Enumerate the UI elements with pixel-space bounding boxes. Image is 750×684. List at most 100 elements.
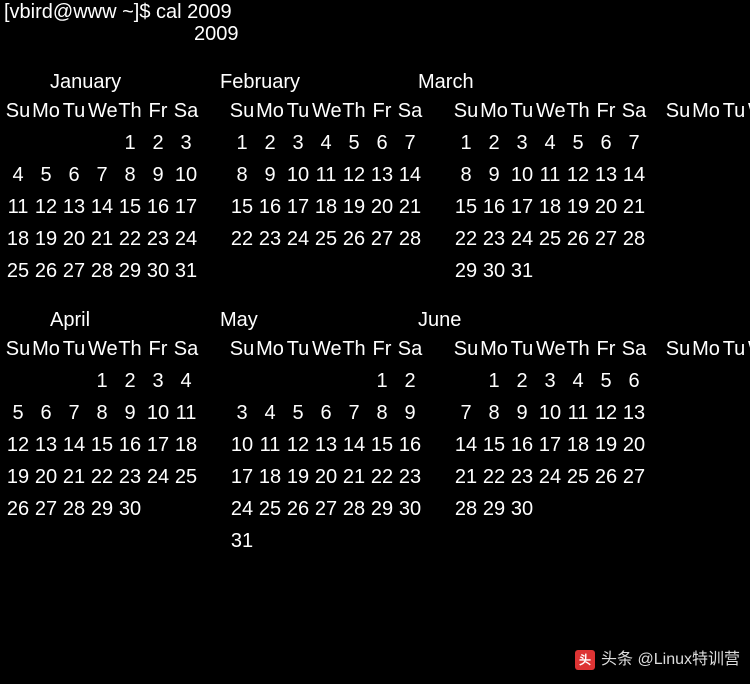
cal-cell: 13 <box>312 432 340 458</box>
cal-cell: 19 <box>564 194 592 220</box>
cal-cell: 22 <box>480 464 508 490</box>
cal-cell: Mo <box>256 98 284 124</box>
cal-cell: 20 <box>60 226 88 252</box>
cal-cell <box>620 258 648 284</box>
cal-cell: 7 <box>452 400 480 426</box>
cal-cell: 15 <box>116 194 144 220</box>
cal-cell: 27 <box>368 226 396 252</box>
cal-cell: 26 <box>32 258 60 284</box>
cal-cell: 20 <box>312 464 340 490</box>
cal-cell <box>60 130 88 156</box>
cal-cell: 1 <box>116 130 144 156</box>
cal-cell: 30 <box>144 258 172 284</box>
cal-cell: 31 <box>172 258 200 284</box>
cal-cell: Sa <box>172 98 200 124</box>
cal-cell: 14 <box>88 194 116 220</box>
cal-cell: Sa <box>396 98 424 124</box>
cal-cell: 15 <box>228 194 256 220</box>
cal-cell: We <box>88 98 116 124</box>
cal-cell: Tu <box>508 336 536 362</box>
cal-cell: 26 <box>592 464 620 490</box>
cal-cell: 2 <box>256 130 284 156</box>
cal-cell: 27 <box>60 258 88 284</box>
watermark-text: 头条 @Linux特训营 <box>601 652 740 668</box>
month-name: January <box>50 72 220 92</box>
calendar-year: 2009 <box>194 24 746 44</box>
cal-cell: We <box>88 336 116 362</box>
cal-cell <box>312 368 340 394</box>
cal-cell <box>60 528 88 554</box>
cal-cell: 18 <box>312 194 340 220</box>
cal-cell <box>4 130 32 156</box>
cal-cell: 28 <box>88 258 116 284</box>
cal-cell: We <box>312 98 340 124</box>
cal-cell: 17 <box>228 464 256 490</box>
cal-cell: 26 <box>4 496 32 522</box>
cal-cell: 28 <box>620 226 648 252</box>
cal-cell <box>480 528 508 554</box>
cal-cell <box>60 368 88 394</box>
cal-cell: 30 <box>480 258 508 284</box>
cal-cell: We <box>536 336 564 362</box>
watermark-icon: 头 <box>575 650 595 670</box>
cal-cell <box>312 528 340 554</box>
cal-cell: 3 <box>536 368 564 394</box>
cal-cell: 13 <box>620 400 648 426</box>
cal-cell: Th <box>116 98 144 124</box>
cal-cell: 6 <box>312 400 340 426</box>
cal-cell: 8 <box>480 400 508 426</box>
cal-cell <box>536 496 564 522</box>
cal-cell: 17 <box>284 194 312 220</box>
cal-cell: 3 <box>228 400 256 426</box>
cal-cell: 8 <box>452 162 480 188</box>
cal-cell: 17 <box>144 432 172 458</box>
cal-cell: 8 <box>368 400 396 426</box>
cal-cell: 20 <box>592 194 620 220</box>
cal-cell: 26 <box>340 226 368 252</box>
cal-cell <box>32 528 60 554</box>
cal-cell: 27 <box>592 226 620 252</box>
cal-cell: 15 <box>88 432 116 458</box>
cal-cell <box>396 528 424 554</box>
cal-cell: 9 <box>256 162 284 188</box>
cal-cell: 11 <box>172 400 200 426</box>
cal-cell <box>228 258 256 284</box>
cal-cell: 21 <box>60 464 88 490</box>
cal-cell: 12 <box>592 400 620 426</box>
cal-cell: 11 <box>564 400 592 426</box>
cal-cell: 11 <box>4 194 32 220</box>
cal-cell: 24 <box>144 464 172 490</box>
cal-cell: 22 <box>116 226 144 252</box>
cal-cell: 15 <box>452 194 480 220</box>
cal-cell: 2 <box>396 368 424 394</box>
cal-cell: 23 <box>396 464 424 490</box>
cal-cell: 14 <box>620 162 648 188</box>
cal-cell: 30 <box>508 496 536 522</box>
cal-cell: Mo <box>480 98 508 124</box>
cal-cell: 7 <box>340 400 368 426</box>
cal-cell <box>564 528 592 554</box>
cal-cell: 9 <box>396 400 424 426</box>
cal-cell: 5 <box>340 130 368 156</box>
cal-cell <box>228 368 256 394</box>
cal-cell <box>340 528 368 554</box>
cal-cell <box>4 368 32 394</box>
cal-cell: 4 <box>564 368 592 394</box>
cal-cell: 12 <box>32 194 60 220</box>
cal-cell: 22 <box>452 226 480 252</box>
cal-cell <box>396 258 424 284</box>
cal-cell <box>116 528 144 554</box>
cal-cell: 8 <box>228 162 256 188</box>
cal-cell: Fr <box>592 98 620 124</box>
cal-cell: 1 <box>228 130 256 156</box>
cal-cell: 9 <box>144 162 172 188</box>
cal-cell: 2 <box>508 368 536 394</box>
cal-cell: 12 <box>564 162 592 188</box>
cal-cell <box>620 496 648 522</box>
cal-cell: 2 <box>144 130 172 156</box>
cal-cell: 13 <box>32 432 60 458</box>
cal-cell: 20 <box>368 194 396 220</box>
cal-cell <box>88 130 116 156</box>
cal-cell: Th <box>116 336 144 362</box>
cal-cell: Fr <box>368 98 396 124</box>
